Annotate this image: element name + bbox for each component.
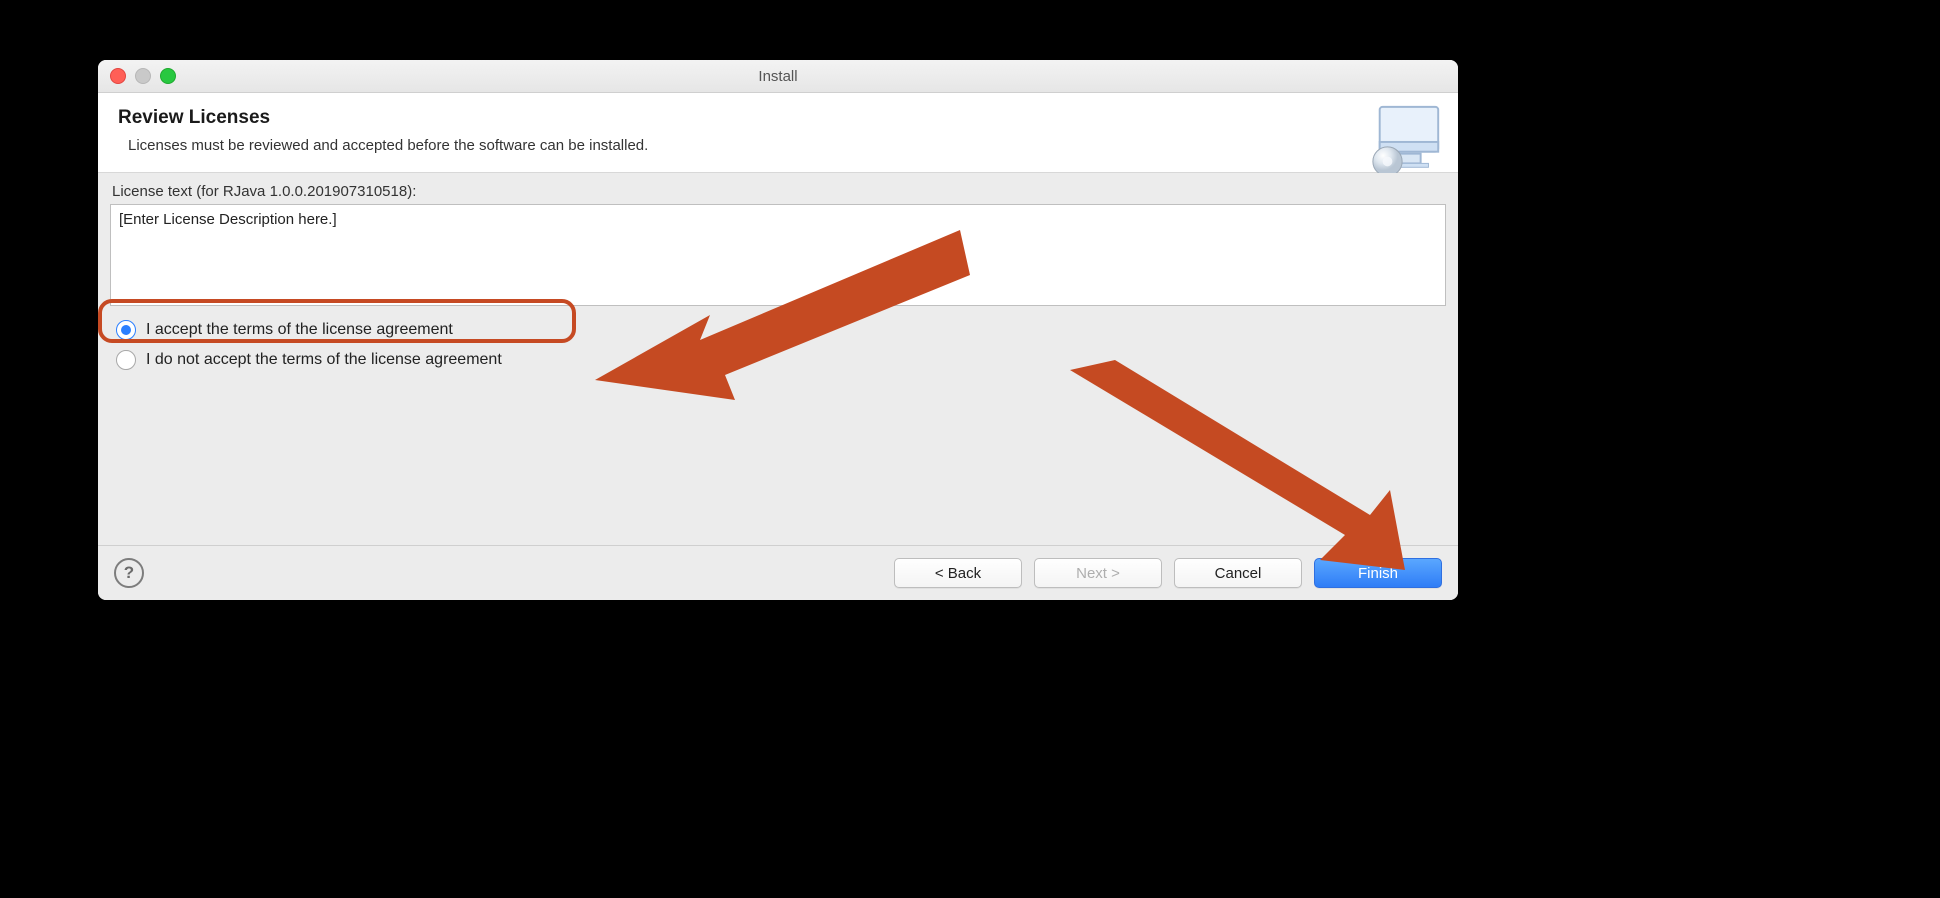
license-radio-group: I accept the terms of the license agreem… [110, 320, 1446, 370]
cancel-button[interactable]: Cancel [1174, 558, 1302, 588]
reject-radio[interactable] [116, 350, 136, 370]
page-title: Review Licenses [118, 107, 1438, 129]
install-wizard-icon [1368, 101, 1446, 179]
accept-radio[interactable] [116, 320, 136, 340]
close-icon[interactable] [110, 68, 126, 84]
window-title: Install [758, 68, 797, 85]
minimize-icon [135, 68, 151, 84]
license-label: License text (for RJava 1.0.0.2019073105… [112, 183, 1446, 200]
help-icon[interactable]: ? [114, 558, 144, 588]
next-button: Next > [1034, 558, 1162, 588]
license-textarea[interactable]: [Enter License Description here.] [110, 204, 1446, 306]
finish-button[interactable]: Finish [1314, 558, 1442, 588]
reject-radio-row[interactable]: I do not accept the terms of the license… [116, 350, 1446, 370]
titlebar: Install [98, 60, 1458, 93]
window-controls [110, 68, 176, 84]
accept-radio-row[interactable]: I accept the terms of the license agreem… [116, 320, 1446, 340]
install-dialog: Install Review Licenses Licenses must be… [98, 60, 1458, 600]
accept-radio-label: I accept the terms of the license agreem… [146, 321, 453, 339]
wizard-header: Review Licenses Licenses must be reviewe… [98, 93, 1458, 173]
page-subtitle: Licenses must be reviewed and accepted b… [128, 137, 1438, 154]
back-button[interactable]: < Back [894, 558, 1022, 588]
wizard-body: License text (for RJava 1.0.0.2019073105… [98, 173, 1458, 545]
zoom-icon[interactable] [160, 68, 176, 84]
wizard-footer: ? < Back Next > Cancel Finish [98, 545, 1458, 600]
license-text: [Enter License Description here.] [119, 211, 337, 228]
reject-radio-label: I do not accept the terms of the license… [146, 351, 502, 369]
